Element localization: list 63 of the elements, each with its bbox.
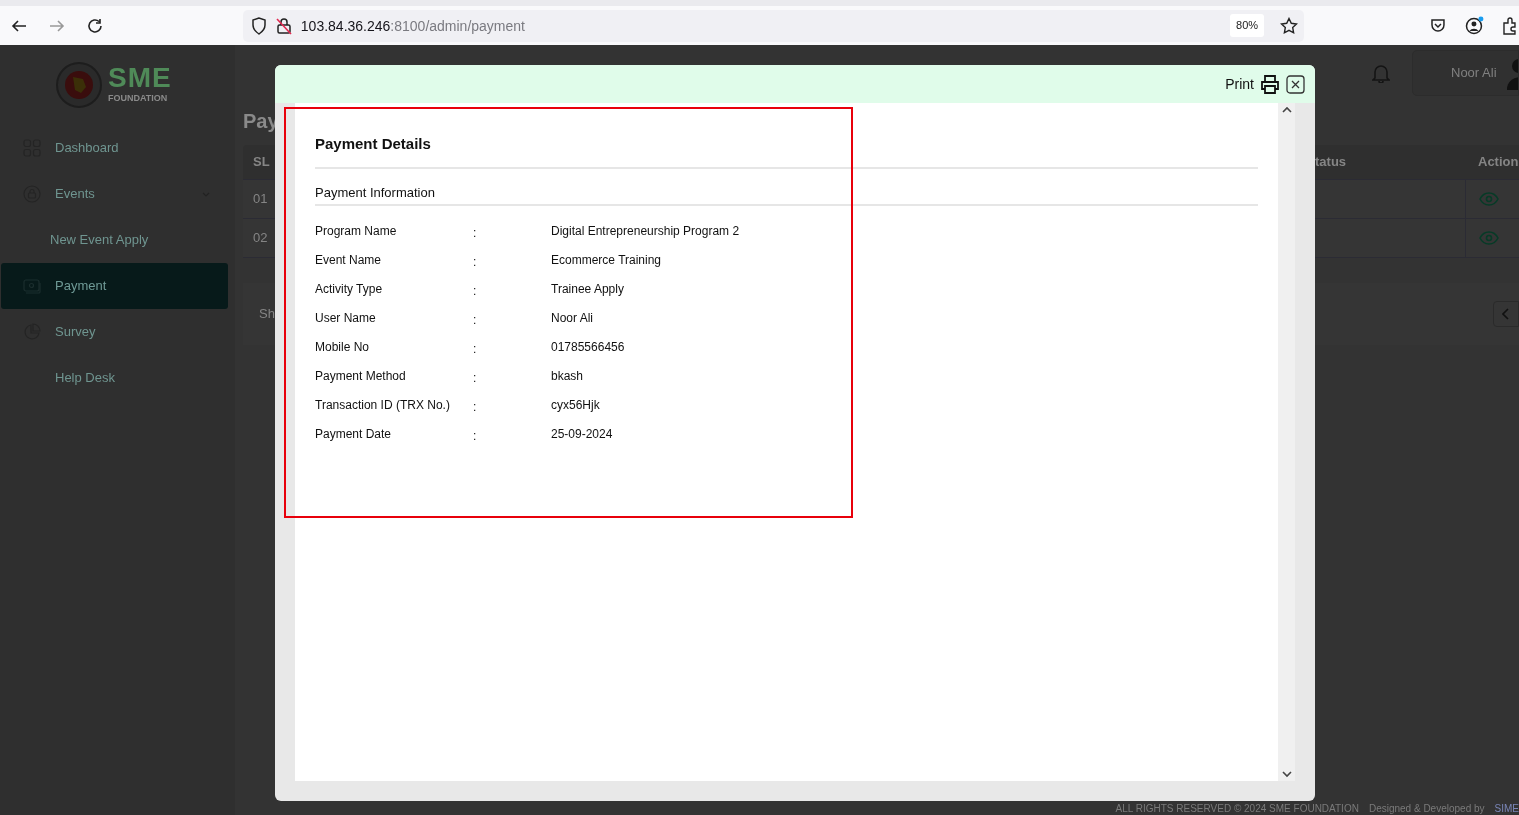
field-label: Event Name bbox=[315, 251, 383, 269]
section-heading: Payment Information bbox=[315, 182, 1258, 206]
sidebar-item[interactable]: New Event Apply bbox=[1, 217, 228, 263]
user-name: Noor Ali bbox=[1451, 64, 1497, 83]
scroll-up-icon[interactable] bbox=[1281, 106, 1292, 114]
field-value: bkash bbox=[551, 367, 584, 385]
emblem-icon bbox=[56, 62, 102, 108]
field-value: Noor Ali bbox=[551, 309, 594, 327]
field-label: Mobile No bbox=[315, 338, 371, 356]
colon-separator: : bbox=[473, 253, 478, 271]
column-header: tatus bbox=[1315, 154, 1347, 170]
field-value: cyx56Hjk bbox=[551, 396, 600, 414]
sidebar-item[interactable]: Events bbox=[1, 171, 228, 217]
extensions-icon[interactable] bbox=[1501, 16, 1519, 35]
logo-subtitle: FOUNDATION bbox=[108, 92, 169, 106]
shield-icon bbox=[250, 16, 267, 35]
credit-text: Designed & Developed by bbox=[1368, 803, 1485, 815]
scrollbar[interactable] bbox=[1278, 103, 1295, 781]
scroll-down-icon[interactable] bbox=[1281, 770, 1292, 778]
pocket-icon[interactable] bbox=[1430, 17, 1447, 34]
serial-cell: 01 bbox=[253, 191, 268, 207]
url-text: 103.84.36.246:8100/admin/payment bbox=[300, 16, 525, 36]
colon-separator: : bbox=[473, 311, 478, 329]
field-value: Ecommerce Training bbox=[551, 251, 662, 269]
field-value: 25-09-2024 bbox=[551, 425, 613, 443]
field-label: Transaction ID (TRX No.) bbox=[315, 396, 451, 414]
modal-title: Payment Details bbox=[315, 133, 1258, 169]
field-label: Payment Date bbox=[315, 425, 393, 443]
address-bar[interactable]: 103.84.36.246:8100/admin/payment 80% bbox=[242, 9, 1305, 42]
field-label: User Name bbox=[315, 309, 377, 327]
pagination-text: Sh bbox=[259, 305, 275, 324]
insecure-lock-icon bbox=[274, 16, 293, 35]
sidebar-item[interactable]: Dashboard bbox=[1, 125, 228, 171]
field-value: Digital Entrepreneurship Program 2 bbox=[551, 222, 740, 240]
developer-link[interactable]: SIME bbox=[1494, 803, 1519, 815]
avatar-icon bbox=[1504, 56, 1518, 90]
colon-separator: : bbox=[473, 224, 478, 242]
field-value: 01785566456 bbox=[551, 338, 625, 356]
logo-text: SME bbox=[108, 64, 172, 93]
field-label: Activity Type bbox=[315, 280, 384, 298]
account-icon[interactable] bbox=[1465, 16, 1485, 35]
copyright-text: ALL RIGHTS RESERVED © 2024 SME FOUNDATION bbox=[1115, 803, 1359, 815]
sidebar-item[interactable]: Help Desk bbox=[1, 355, 228, 401]
colon-separator: : bbox=[473, 369, 478, 387]
chevron-left-icon bbox=[1502, 308, 1510, 320]
printer-icon[interactable] bbox=[1260, 74, 1280, 94]
close-icon[interactable] bbox=[1286, 74, 1305, 94]
colon-separator: : bbox=[473, 398, 478, 416]
print-button[interactable]: Print bbox=[1225, 73, 1254, 95]
sidebar-item[interactable]: Payment bbox=[1, 263, 228, 309]
column-header: Action bbox=[1478, 153, 1519, 172]
zoom-badge[interactable]: 80% bbox=[1230, 14, 1265, 37]
field-label: Payment Method bbox=[315, 367, 407, 385]
user-menu[interactable]: Noor Ali bbox=[1412, 50, 1519, 96]
field-value: Trainee Apply bbox=[551, 280, 624, 298]
field-label: Program Name bbox=[315, 222, 398, 240]
bookmark-star-icon[interactable] bbox=[1280, 16, 1299, 35]
sidebar-item[interactable]: Survey bbox=[1, 309, 228, 355]
colon-separator: : bbox=[473, 340, 478, 358]
colon-separator: : bbox=[473, 427, 478, 445]
colon-separator: : bbox=[473, 282, 478, 300]
column-header: SL bbox=[253, 154, 270, 170]
serial-cell: 02 bbox=[253, 230, 268, 246]
